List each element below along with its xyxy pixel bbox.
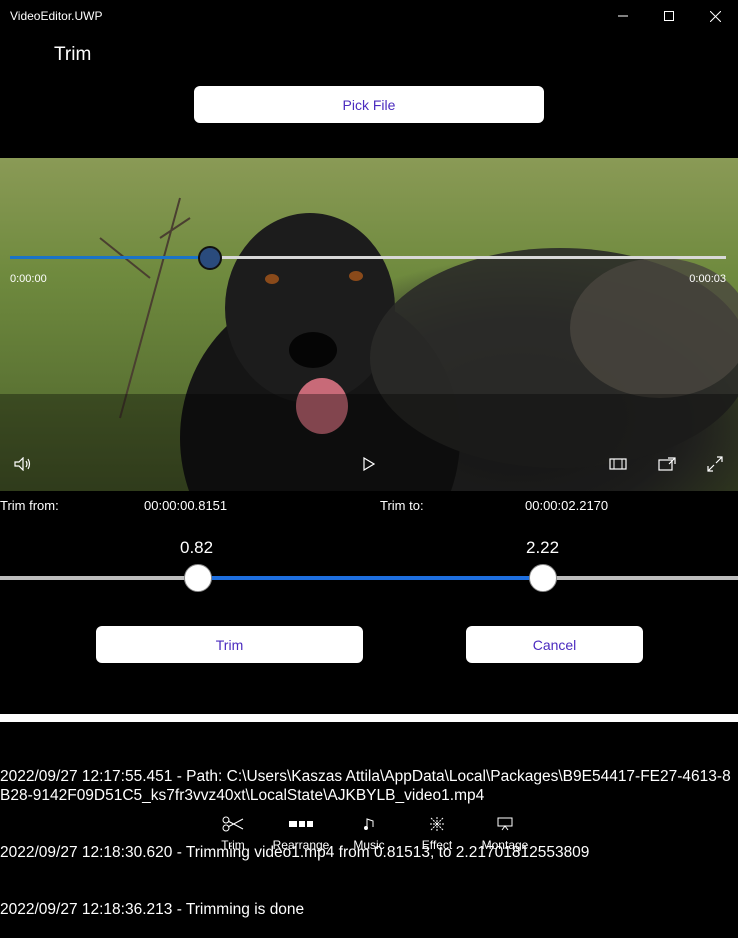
volume-button[interactable] <box>11 454 35 474</box>
aspect-ratio-button[interactable] <box>606 454 630 474</box>
nav-effect[interactable]: Effect <box>407 814 467 852</box>
range-high-thumb[interactable] <box>529 564 557 592</box>
nav-montage[interactable]: Montage <box>475 814 535 852</box>
minimize-button[interactable] <box>600 0 646 32</box>
app-title: VideoEditor.UWP <box>10 9 103 23</box>
log-divider <box>0 714 738 722</box>
fullscreen-icon <box>707 456 723 472</box>
nav-label: Rearrange <box>272 838 330 852</box>
trim-from-label: Trim from: <box>0 498 59 513</box>
seek-bar-progress <box>10 256 210 259</box>
trim-to-value: 00:00:02.2170 <box>525 498 609 513</box>
scissors-icon <box>222 816 244 832</box>
trim-from-value: 00:00:00.8151 <box>144 498 228 513</box>
time-current: 0:00:00 <box>10 273 47 285</box>
trim-to-label: Trim to: <box>380 498 424 513</box>
log-line: 2022/09/27 12:18:36.213 - Trimming is do… <box>0 901 305 918</box>
nav-label: Trim <box>221 838 245 852</box>
montage-icon <box>497 817 513 831</box>
play-button[interactable] <box>357 454 381 474</box>
cast-icon <box>658 457 676 471</box>
nav-label: Montage <box>481 838 529 852</box>
maximize-icon <box>664 11 674 21</box>
page-title: Trim <box>54 44 92 65</box>
range-low-thumb[interactable] <box>184 564 212 592</box>
nav-label: Music <box>353 838 385 852</box>
cast-button[interactable] <box>655 454 679 474</box>
video-controls <box>0 394 738 491</box>
minimize-icon <box>618 15 628 17</box>
play-icon <box>363 457 375 471</box>
nav-trim[interactable]: Trim <box>203 814 263 852</box>
nav-label: Effect <box>421 838 453 852</box>
title-bar: VideoEditor.UWP <box>0 0 738 32</box>
volume-icon <box>14 457 31 471</box>
fullscreen-button[interactable] <box>703 454 727 474</box>
seek-bar-thumb[interactable] <box>198 246 222 270</box>
aspect-ratio-icon <box>609 458 627 470</box>
close-icon <box>709 10 721 22</box>
close-button[interactable] <box>692 0 738 32</box>
cancel-button[interactable]: Cancel <box>466 626 643 663</box>
effect-icon <box>430 817 444 831</box>
time-total: 0:00:03 <box>689 273 726 285</box>
maximize-button[interactable] <box>646 0 692 32</box>
rearrange-icon <box>289 821 313 827</box>
trim-button[interactable]: Trim <box>96 626 363 663</box>
nav-rearrange[interactable]: Rearrange <box>271 814 331 852</box>
nav-music[interactable]: Music <box>339 814 399 852</box>
trim-range-selection <box>197 576 543 580</box>
video-player[interactable] <box>0 158 738 491</box>
music-icon <box>364 818 374 830</box>
pick-file-button[interactable]: Pick File <box>194 86 544 123</box>
range-high-value: 2.22 <box>526 538 560 557</box>
log-line: 2022/09/27 12:17:55.451 - Path: C:\Users… <box>0 768 731 804</box>
range-low-value: 0.82 <box>180 538 214 557</box>
